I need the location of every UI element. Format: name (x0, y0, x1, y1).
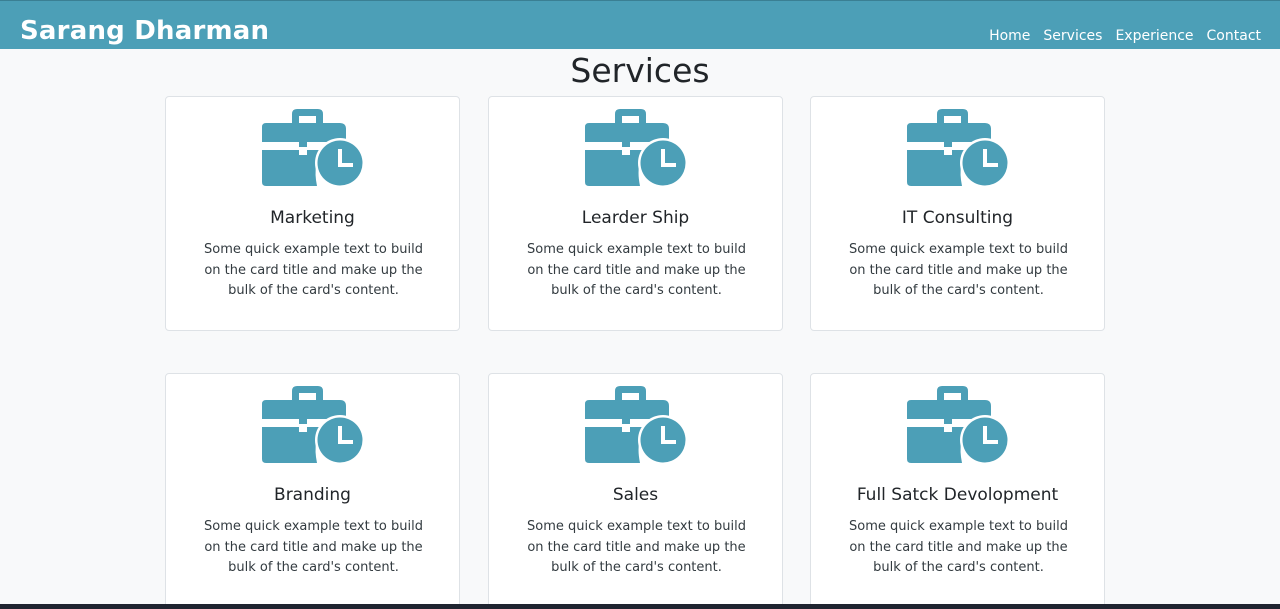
nav-link-experience[interactable]: Experience (1115, 27, 1193, 45)
service-card-sales: Sales Some quick example text to build o… (488, 373, 783, 608)
service-card-leadership: Learder Ship Some quick example text to … (488, 96, 783, 331)
briefcase-clock-icon (907, 386, 1010, 465)
briefcase-clock-icon (585, 386, 688, 465)
card-title: Full Satck Devolopment (856, 485, 1059, 505)
card-title: Sales (612, 485, 659, 505)
card-text: Some quick example text to build on the … (527, 242, 746, 298)
service-card-marketing: Marketing Some quick example text to bui… (165, 96, 460, 331)
service-card-branding: Branding Some quick example text to buil… (165, 373, 460, 608)
briefcase-clock-icon (907, 109, 1010, 188)
window-bottom-edge (0, 604, 1280, 609)
nav-link-services[interactable]: Services (1043, 27, 1102, 45)
nav-link-contact[interactable]: Contact (1207, 27, 1261, 45)
card-text: Some quick example text to build on the … (527, 519, 746, 575)
briefcase-clock-icon (262, 386, 365, 465)
briefcase-clock-icon (262, 109, 365, 188)
card-title: Marketing (270, 208, 355, 228)
service-card-full-stack: Full Satck Devolopment Some quick exampl… (810, 373, 1105, 608)
card-text: Some quick example text to build on the … (204, 242, 423, 298)
card-title: IT Consulting (901, 208, 1014, 228)
service-card-it-consulting: IT Consulting Some quick example text to… (810, 96, 1105, 331)
card-text: Some quick example text to build on the … (849, 242, 1068, 298)
nav-links: Home Services Experience Contact (989, 27, 1261, 45)
nav-link-home[interactable]: Home (989, 27, 1030, 45)
section-title: Services (570, 51, 710, 90)
navbar: Sarang Dharman Home Services Experience … (0, 0, 1280, 49)
briefcase-clock-icon (585, 109, 688, 188)
brand-link[interactable]: Sarang Dharman (20, 14, 269, 48)
card-text: Some quick example text to build on the … (849, 519, 1068, 575)
card-title: Branding (274, 485, 351, 505)
card-text: Some quick example text to build on the … (204, 519, 423, 575)
card-title: Learder Ship (581, 208, 690, 228)
